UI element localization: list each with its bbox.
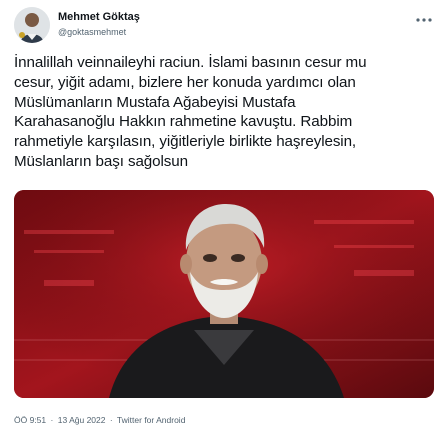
- meta-separator: ·: [50, 415, 54, 425]
- author-handle[interactable]: @goktasmehmet: [58, 27, 126, 37]
- tweet-date[interactable]: 13 Ağu 2022: [58, 415, 106, 425]
- tweet-source[interactable]: Twitter for Android: [117, 415, 186, 425]
- avatar[interactable]: [14, 7, 50, 43]
- tweet-text: İnnalillah veinnaileyhi raciun. İslami b…: [14, 54, 367, 170]
- user-avatar-icon: [14, 7, 50, 43]
- person-photo-icon: [14, 190, 434, 398]
- tweet-time[interactable]: ÖÖ 9:51: [14, 415, 46, 425]
- tweet-header: Mehmet Göktaş @goktasmehmet: [14, 7, 434, 43]
- more-dots-icon: [416, 18, 432, 22]
- more-options-button[interactable]: [414, 13, 434, 27]
- meta-separator: ·: [109, 415, 113, 425]
- tweet-card: Mehmet Göktaş @goktasmehmet İnnalillah v…: [0, 0, 448, 434]
- author-display-name[interactable]: Mehmet Göktaş: [58, 11, 140, 23]
- tweet-meta: ÖÖ 9:51 · 13 Ağu 2022 · Twitter for Andr…: [14, 415, 187, 425]
- tweet-media-photo[interactable]: [14, 190, 434, 398]
